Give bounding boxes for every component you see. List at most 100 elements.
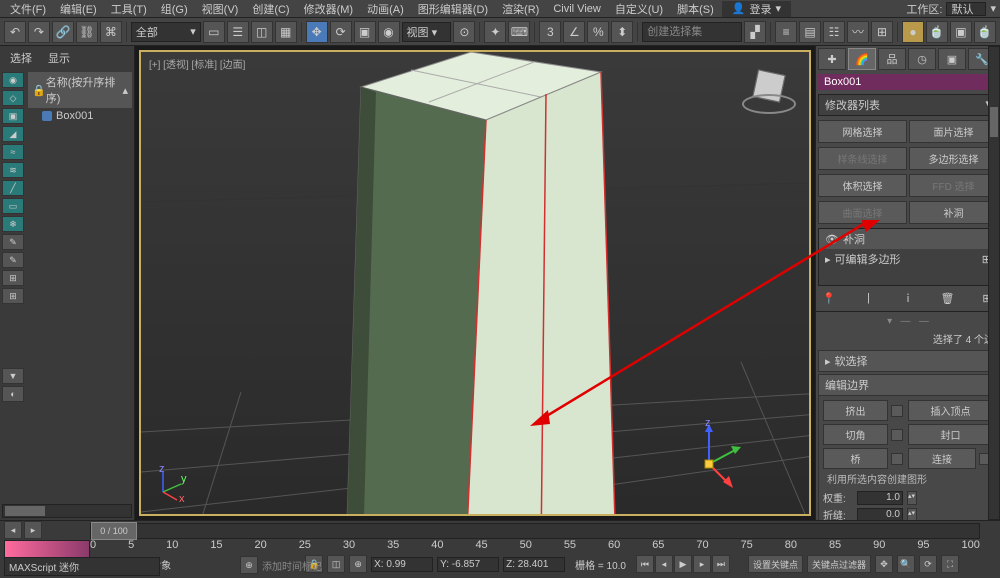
selection-filter[interactable]: 全部▾ [131,22,201,42]
chamfer-button[interactable]: 切角 [823,424,888,445]
timeline-next-icon[interactable]: ▸ [24,521,42,539]
insert-vertex-button[interactable]: 插入顶点 [908,400,993,421]
undo-button[interactable]: ↶ [4,21,26,43]
bridge-button[interactable]: 桥 [823,448,888,469]
timeline-prev-icon[interactable]: ◂ [4,521,22,539]
select-name-button[interactable]: ☰ [227,21,249,43]
filter-4-icon[interactable]: ⊞ [2,288,24,304]
menu-modifiers[interactable]: 修改器(M) [298,1,360,17]
scale-button[interactable]: ▣ [354,21,376,43]
place-button[interactable]: ◉ [378,21,400,43]
sort-icon[interactable]: ▼ [2,368,24,384]
connect-button[interactable]: 连接 [908,448,976,469]
align-button[interactable]: ≡ [775,21,797,43]
capholes-mod-button[interactable]: 补洞 [909,201,998,224]
login-button[interactable]: 👤 登录 ▾ [722,1,791,17]
chevron-down-icon[interactable]: ▾ [990,2,996,15]
filter-2-icon[interactable]: ✎ [2,252,24,268]
pin-icon[interactable]: 📍 [822,292,836,305]
unlink-button[interactable]: ⛓ [76,21,98,43]
key-filter-button[interactable]: 关键点过滤器 [807,555,871,573]
percent-snap-button[interactable]: % [587,21,609,43]
options-icon[interactable]: ◐ [2,386,24,402]
mesh-select-button[interactable]: 网格选择 [818,120,907,143]
filter-1-icon[interactable]: ✎ [2,234,24,250]
display-lights-icon[interactable]: ▣ [2,108,24,124]
curve-editor-button[interactable]: 〰 [847,21,869,43]
menu-group[interactable]: 组(G) [155,1,194,17]
motion-tab[interactable]: ◷ [908,48,936,70]
render-setup-button[interactable]: 🍵 [926,21,948,43]
set-key-button[interactable]: 设置关键点 [748,555,803,573]
pivot-button[interactable]: ⊙ [453,21,475,43]
menu-tools[interactable]: 工具(T) [105,1,153,17]
bridge-settings[interactable] [891,453,903,465]
prev-frame-icon[interactable]: ◂ [655,555,673,573]
tab-select[interactable]: 选择 [10,50,32,66]
cap-button[interactable]: 封口 [908,424,993,445]
create-tab[interactable]: ✚ [818,48,846,70]
weight-spinner[interactable]: ▴▾ [907,491,917,505]
face-select-button[interactable]: 面片选择 [909,120,998,143]
redo-button[interactable]: ↷ [28,21,50,43]
display-tab[interactable]: ▣ [938,48,966,70]
display-helpers-icon[interactable]: ≈ [2,144,24,160]
perspective-viewport[interactable]: [+] [透视] [标准] [边面] [139,50,811,516]
explorer-button[interactable]: ☷ [823,21,845,43]
iso-icon[interactable]: ◫ [327,555,345,573]
keyboard-button[interactable]: ⌨ [508,21,530,43]
menu-animation[interactable]: 动画(A) [361,1,410,17]
show-end-icon[interactable]: | [862,292,876,305]
move-button[interactable]: ✥ [306,21,328,43]
menu-civil[interactable]: Civil View [547,3,606,15]
h-scrollbar[interactable] [2,504,132,518]
chamfer-settings[interactable] [891,429,903,441]
crease-input[interactable] [857,508,903,521]
nav-zoom-icon[interactable]: 🔍 [897,555,915,573]
display-shapes-icon[interactable]: ◇ [2,90,24,106]
filter-3-icon[interactable]: ⊞ [2,270,24,286]
transform-gizmo[interactable]: z [669,414,749,494]
menu-create[interactable]: 创建(C) [246,1,295,17]
vol-select-button[interactable]: 体积选择 [818,174,907,197]
hierarchy-tab[interactable]: 品 [878,48,906,70]
extrude-button[interactable]: 挤出 [823,400,888,421]
tab-display[interactable]: 显示 [48,50,70,66]
make-unique-icon[interactable]: ⅰ [901,292,915,305]
menu-view[interactable]: 视图(V) [196,1,245,17]
modifier-list-dropdown[interactable]: 修改器列表▾ [818,94,998,116]
panel-scrollbar[interactable] [988,46,1000,520]
bind-button[interactable]: ⌘ [100,21,122,43]
time-slider[interactable]: 0 / 100 [90,523,980,539]
nav-max-icon[interactable]: ⛶ [941,555,959,573]
named-selection-input[interactable]: 创建选择集 [642,22,742,42]
extrude-settings[interactable] [891,405,903,417]
stack-editablepoly[interactable]: ▸可编辑多边形⊞ [819,249,997,269]
render-button[interactable]: 🍵 [974,21,996,43]
angle-snap-button[interactable]: ∠ [563,21,585,43]
material-editor-button[interactable]: ● [902,21,924,43]
display-bone-icon[interactable]: ╱ [2,180,24,196]
mirror-button[interactable]: ▞ [744,21,766,43]
time-thumb[interactable]: 0 / 100 [91,522,137,540]
tree-item-box001[interactable]: Box001 [28,108,132,124]
surf-select-button[interactable]: 曲面选择 [818,201,907,224]
select-region-button[interactable]: ◫ [251,21,273,43]
ref-coord-dropdown[interactable]: 视图 ▾ [402,22,452,42]
ffd-select-button[interactable]: FFD 选择 [909,174,998,197]
rollout-soft-selection[interactable]: ▸软选择 [818,350,998,372]
display-frozen-icon[interactable]: ❄ [2,216,24,232]
display-geo-icon[interactable]: ◉ [2,72,24,88]
manip-button[interactable]: ✦ [484,21,506,43]
goto-end-icon[interactable]: ⏭ [712,555,730,573]
viewcube[interactable] [739,62,799,122]
menu-render[interactable]: 渲染(R) [496,1,545,17]
rollout-edit-borders[interactable]: 编辑边界 [818,374,998,396]
time-tag-icon[interactable]: ⊕ [240,556,258,574]
spinner-snap-button[interactable]: ⬍ [611,21,633,43]
spline-select-button[interactable]: 样条线选择 [818,147,907,170]
schematic-button[interactable]: ⊞ [871,21,893,43]
rotate-button[interactable]: ⟳ [330,21,352,43]
snap-button[interactable]: 3 [539,21,561,43]
display-space-icon[interactable]: ≋ [2,162,24,178]
